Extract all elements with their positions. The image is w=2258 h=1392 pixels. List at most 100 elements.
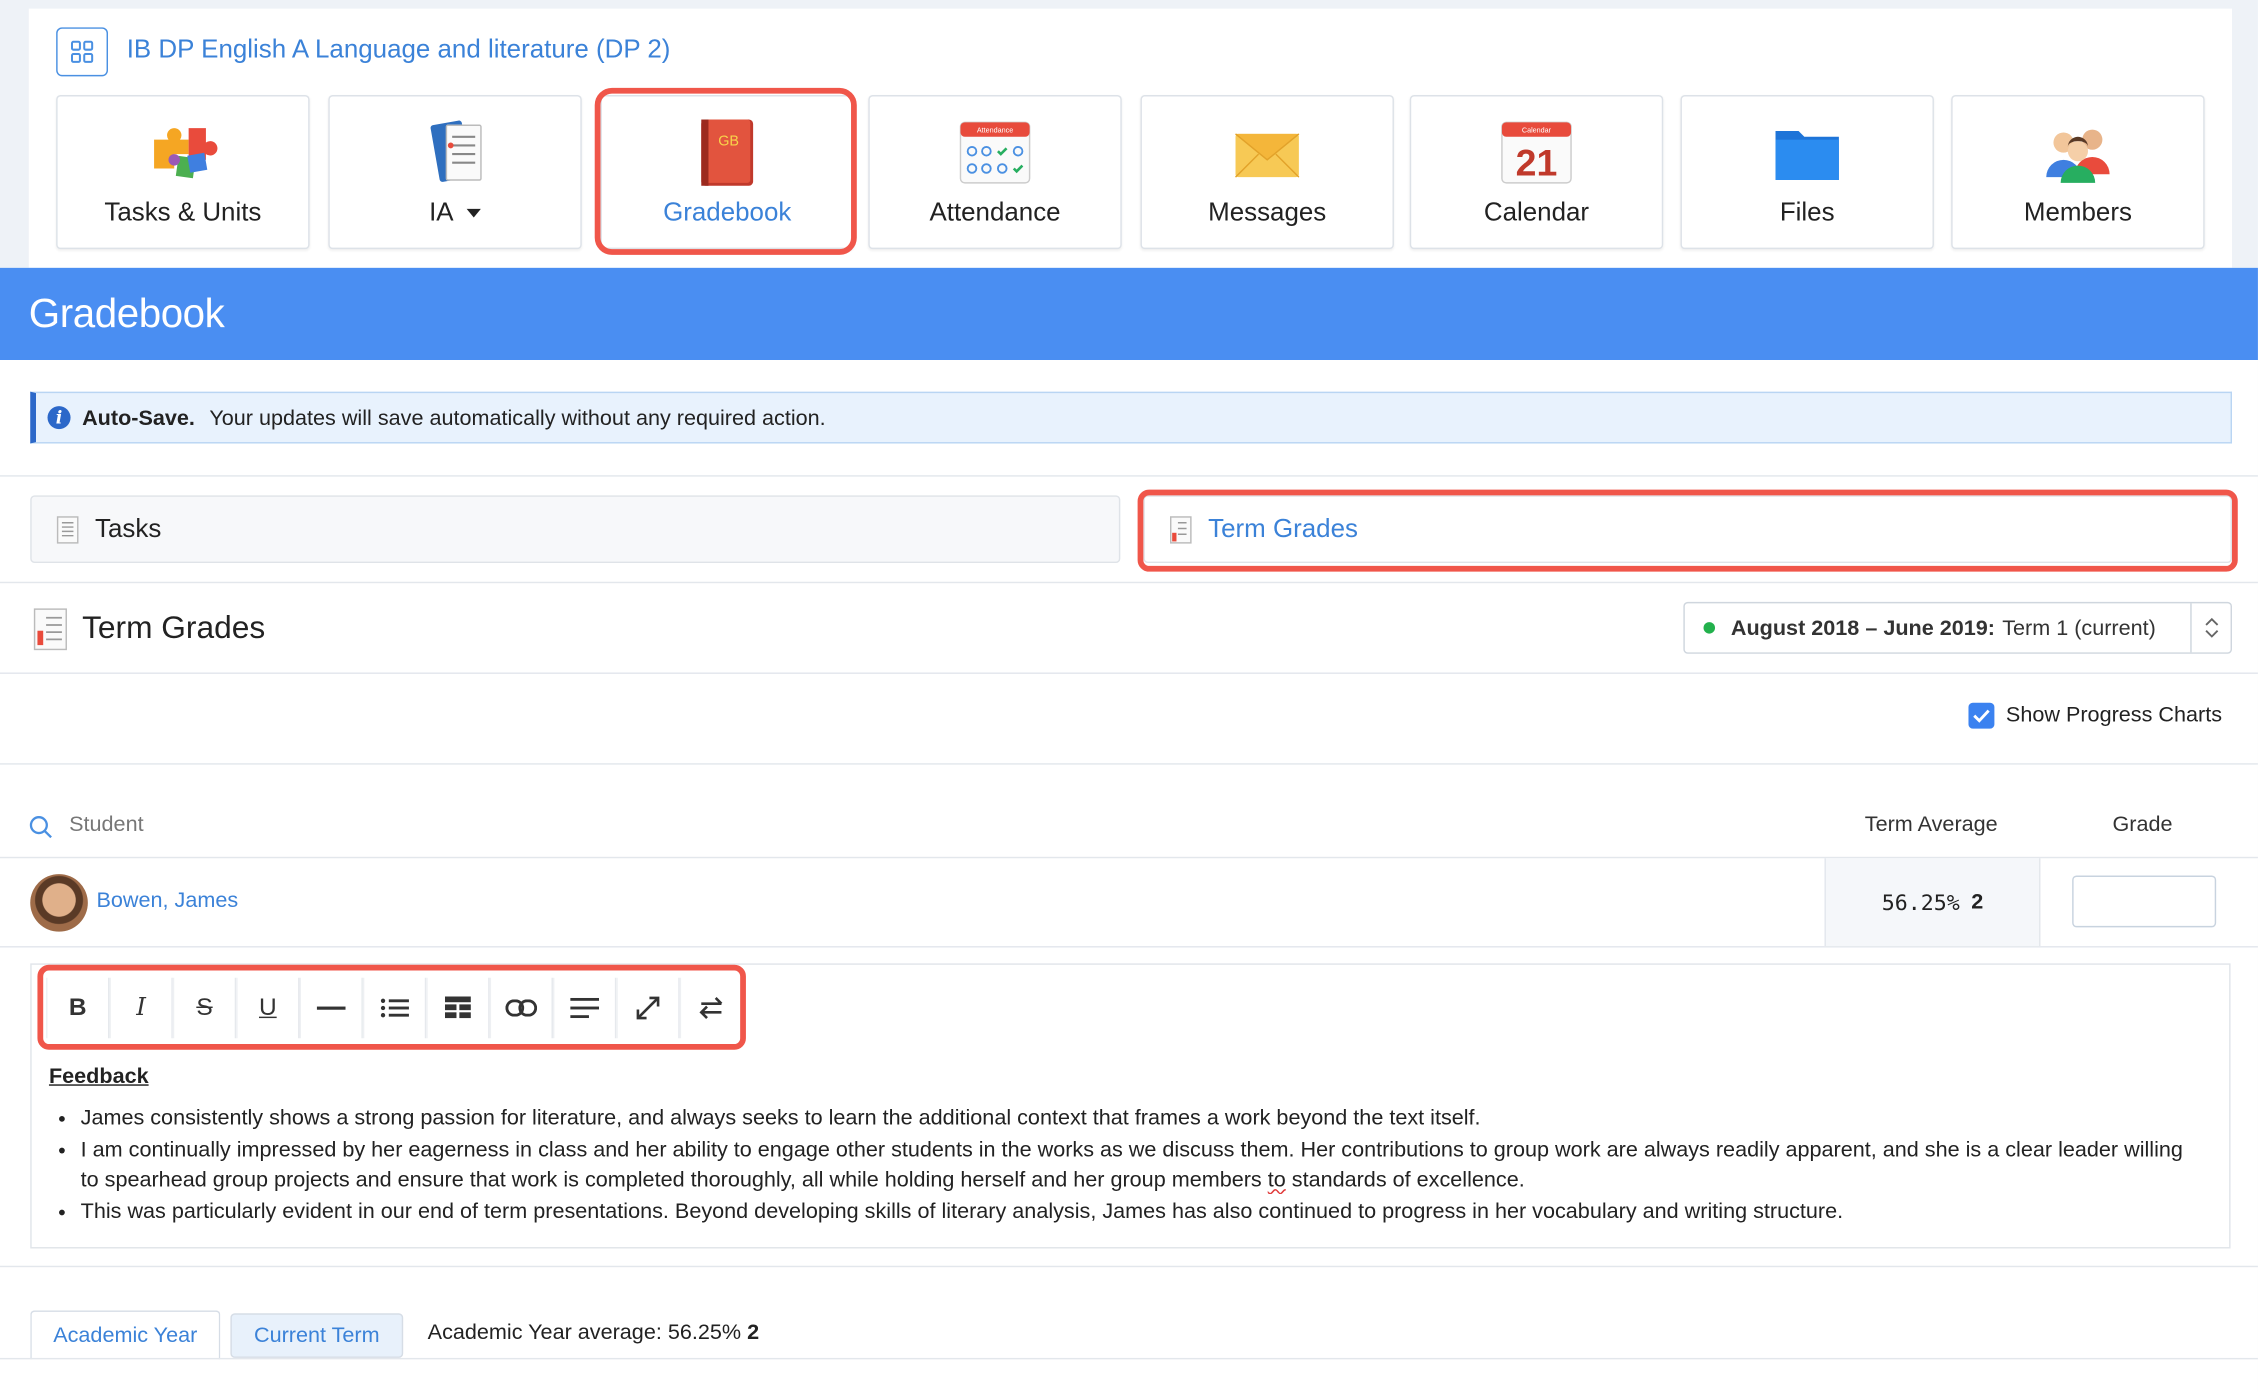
folder-icon [1775, 131, 1839, 180]
search-icon[interactable] [29, 815, 53, 839]
align-button[interactable] [552, 977, 617, 1039]
term-select-term: Term 1 (current) [2002, 615, 2156, 641]
tab-academic-year[interactable]: Academic Year [30, 1310, 221, 1360]
chevron-up-down-icon [2204, 617, 2218, 638]
list-item: This was particularly evident in our end… [81, 1196, 2195, 1227]
tile-label: Files [1779, 197, 1835, 227]
term-average-cell: 56.25% 2 [1824, 858, 2041, 947]
italic-button[interactable]: I [109, 977, 173, 1039]
swap-arrows-icon [699, 997, 723, 1019]
table-button[interactable] [426, 977, 490, 1039]
people-icon [2046, 129, 2110, 183]
info-icon: i [47, 406, 71, 430]
notebook-icon [430, 120, 482, 182]
tile-label: Gradebook [663, 197, 792, 227]
report-doc-icon [1170, 515, 1192, 543]
expand-icon [636, 996, 660, 1020]
svg-text:Calendar: Calendar [1522, 125, 1552, 134]
autosave-label: Auto-Save. [82, 405, 195, 430]
bold-button[interactable]: B [46, 977, 110, 1039]
tile-label: Members [2023, 197, 2132, 227]
tile-calendar[interactable]: Calendar 21 Calendar [1409, 95, 1664, 250]
term-select[interactable]: August 2018 – June 2019: Term 1 (current… [1683, 601, 2232, 654]
column-header-student[interactable]: Student [69, 812, 143, 836]
list-item: James consistently shows a strong passio… [81, 1103, 2195, 1134]
column-header-grade: Grade [2112, 812, 2173, 837]
divider [0, 1265, 2258, 1268]
strikethrough-button[interactable]: S [172, 977, 237, 1039]
fullscreen-button[interactable] [616, 977, 680, 1039]
strikethrough-icon: S [196, 993, 213, 1021]
tile-attendance[interactable]: Attendance Attendance [868, 95, 1122, 250]
calendar-icon: Calendar 21 [1501, 121, 1572, 184]
link-button[interactable] [489, 977, 553, 1039]
svg-text:Attendance: Attendance [977, 125, 1013, 134]
tile-gradebook[interactable]: GB Gradebook [600, 95, 854, 250]
bullet-list-button[interactable] [362, 977, 427, 1039]
svg-text:21: 21 [1516, 142, 1558, 184]
show-progress-charts-label[interactable]: Show Progress Charts [2006, 703, 2222, 727]
attendance-calendar-icon: Attendance [959, 121, 1031, 184]
align-left-icon [570, 997, 600, 1019]
divider [0, 475, 2258, 477]
term-average-grade: 2 [1971, 889, 1984, 915]
horizontal-rule-button[interactable] [299, 977, 363, 1039]
underline-icon: U [258, 993, 277, 1021]
student-name-link[interactable]: Bowen, James [96, 888, 238, 912]
tile-label: Calendar [1483, 197, 1590, 227]
select-spinner[interactable] [2190, 603, 2230, 653]
tile-label: Messages [1208, 197, 1327, 227]
envelope-icon [1235, 133, 1300, 178]
puzzle-icon [154, 128, 218, 179]
gradebook-title-bar: Gradebook [0, 267, 2258, 360]
tile-ia[interactable]: IA [328, 95, 582, 250]
feedback-heading: Feedback [48, 1064, 149, 1089]
checkmark-icon [1973, 709, 1990, 723]
tile-members[interactable]: Members [1951, 95, 2205, 250]
course-title[interactable]: IB DP English A Language and literature … [127, 35, 671, 65]
term-grades-icon [33, 608, 67, 651]
tab-tasks[interactable]: Tasks [30, 495, 1121, 564]
autosave-text: Your updates will save automatically wit… [209, 405, 826, 430]
link-icon [505, 999, 538, 1017]
term-average-percent: 56.25% [1881, 889, 1960, 916]
tab-current-term[interactable]: Current Term [230, 1313, 404, 1358]
tile-tasks-units[interactable]: Tasks & Units [56, 95, 310, 250]
horizontal-rule-icon [316, 1006, 346, 1010]
table-icon [444, 996, 471, 1019]
list-doc-icon [56, 515, 79, 543]
svg-text:GB: GB [718, 133, 739, 149]
tile-label: Attendance [929, 197, 1061, 227]
tab-label: Tasks [95, 514, 162, 543]
divider [0, 672, 2258, 674]
feedback-list: James consistently shows a strong passio… [49, 1103, 2195, 1227]
grid-icon [70, 40, 94, 63]
underline-button[interactable]: U [236, 977, 300, 1039]
academic-year-average: Academic Year average: 56.25% 2 [427, 1320, 760, 1345]
spellcheck-word: to [1267, 1167, 1286, 1193]
bold-icon: B [68, 993, 87, 1021]
avatar [30, 874, 88, 932]
current-status-dot [1703, 622, 1716, 634]
italic-icon: I [136, 993, 146, 1023]
divider [0, 581, 2258, 584]
swap-direction-button[interactable] [679, 977, 744, 1039]
page-title: Gradebook [28, 290, 225, 336]
bullet-list-icon [380, 998, 409, 1018]
editor-toolbar: B I S U [46, 977, 744, 1039]
apps-grid-button[interactable] [56, 27, 109, 77]
grade-input[interactable] [2072, 875, 2217, 928]
autosave-notice: i Auto-Save. Your updates will save auto… [30, 391, 2233, 444]
show-progress-charts-checkbox[interactable] [1968, 702, 1995, 729]
tile-files[interactable]: Files [1680, 95, 1934, 250]
tile-label: Tasks & Units [104, 197, 262, 227]
term-select-range: August 2018 – June 2019: [1730, 615, 1996, 641]
caret-down-icon [466, 209, 481, 218]
divider [0, 1357, 2258, 1360]
column-header-term-average: Term Average [1864, 812, 1998, 837]
tab-label: Term Grades [1208, 514, 1358, 543]
tab-term-grades[interactable]: Term Grades [1143, 495, 2232, 564]
tile-messages[interactable]: Messages [1140, 95, 1394, 250]
list-item: I am continually impressed by her eagern… [81, 1134, 2195, 1196]
gradebook-book-icon: GB [701, 119, 754, 186]
